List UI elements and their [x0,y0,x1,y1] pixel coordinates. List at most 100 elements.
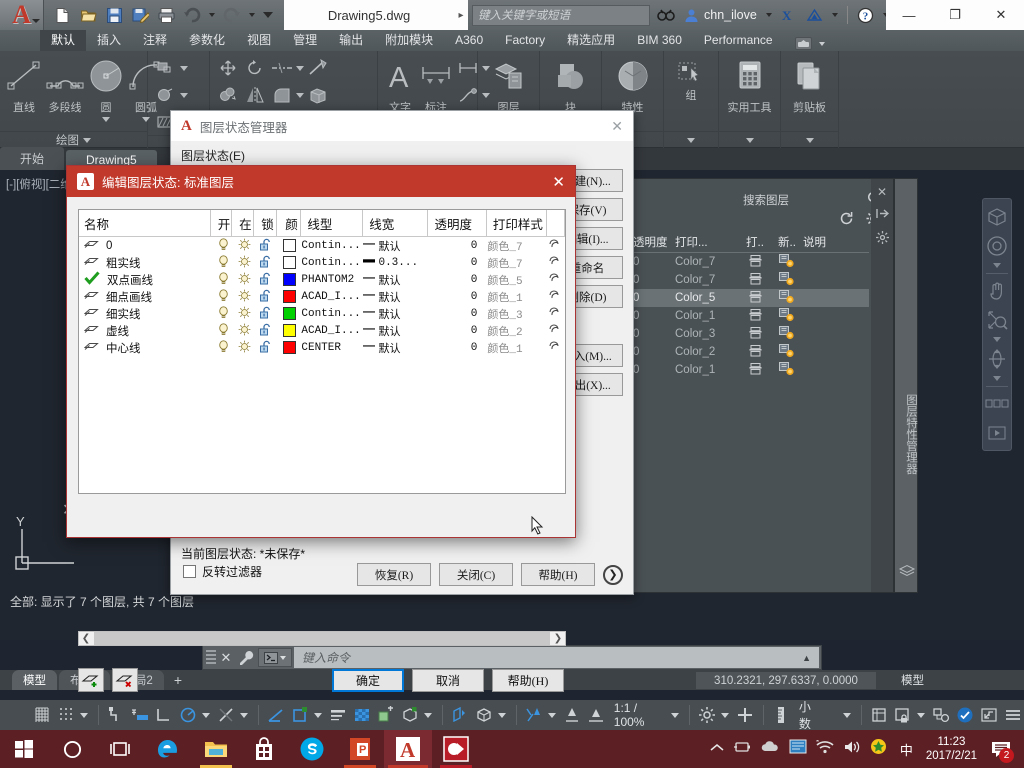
ime-indicator[interactable]: 中 [896,740,917,759]
ribbon-panel-utilities-title[interactable] [719,131,780,148]
fullscreen-icon[interactable] [979,703,1000,727]
cell-layer-name[interactable]: 粗实线 [79,254,213,271]
cell-plot-toggle[interactable] [548,339,565,356]
cell-linetype[interactable]: Contin... [301,305,363,322]
scroll-left-icon[interactable]: ❮ [79,633,93,644]
cell-layer-name[interactable]: 虚线 [79,322,213,339]
isometric-drafting-icon[interactable] [216,703,237,727]
annotation-dropdown-icon[interactable] [547,712,556,718]
tab-performance[interactable]: Performance [693,30,784,51]
plot-icon[interactable] [548,323,561,338]
osnap-dropdown-icon[interactable] [313,712,322,718]
cell-plotstyle[interactable]: 颜色_7 [487,237,547,254]
panel-expand-utilities-icon[interactable] [745,137,754,143]
cell-lock-toggle[interactable] [255,339,277,356]
table-row[interactable]: 0 Color_7 [623,253,869,271]
cell-color[interactable] [277,271,301,288]
selection-cycling-icon[interactable] [376,703,397,727]
column-transparency[interactable]: 透明度 [428,210,487,237]
scale-dropdown-icon[interactable] [671,712,680,718]
cell-transparency[interactable]: 0 [429,339,487,356]
lightbulb-icon[interactable] [218,271,229,288]
cell-plotstyle[interactable]: Color_5 [675,292,739,304]
unlock-icon[interactable] [259,306,273,322]
cell-lineweight[interactable]: 默认 [363,305,429,322]
tool-clipboard[interactable]: 剪贴板 [786,55,833,115]
plot-icon[interactable] [548,306,561,321]
quick-properties-icon[interactable] [869,703,890,727]
cortana-button[interactable] [48,730,96,768]
move-icon[interactable] [215,55,241,81]
lightbulb-icon[interactable] [218,254,229,271]
close-icon[interactable]: ✕ [611,118,623,135]
sun-icon[interactable] [238,323,251,339]
3d-osnap-dropdown-icon[interactable] [423,712,432,718]
close-icon[interactable]: ✕ [552,173,565,191]
cell-layer-name[interactable]: 中心线 [79,339,213,356]
move-copy-icon[interactable] [153,55,179,81]
battery-icon[interactable] [733,740,751,758]
cell-linetype[interactable]: Contin... [301,254,363,271]
undo-icon[interactable] [180,3,204,27]
cell-new-vp-freeze[interactable] [771,325,803,343]
plot-icon[interactable] [749,326,762,342]
cell-on-toggle[interactable] [213,339,234,356]
cell-plot-toggle[interactable] [548,288,565,305]
cell-plot-toggle[interactable] [548,271,565,288]
cell-plotstyle[interactable]: Color_3 [675,328,739,340]
cell-plotstyle[interactable]: Color_1 [675,310,739,322]
start-button[interactable] [0,730,48,768]
model-space-indicator[interactable]: 模型 [901,672,924,688]
zoom-dropdown-icon[interactable] [993,337,1001,342]
unlock-icon[interactable] [259,323,273,339]
units-icon[interactable] [771,703,792,727]
cell-layer-name[interactable]: 0 [79,237,213,254]
cell-freeze-toggle[interactable] [234,322,255,339]
command-input[interactable]: 键入命令 ▲ [294,647,819,668]
close-dialog-button[interactable]: 关闭(C) [439,563,513,586]
new-viewport-icon[interactable] [779,343,795,361]
table-row[interactable]: 0 Color_7 [623,271,869,289]
task-view-button[interactable] [96,730,144,768]
plot-icon[interactable] [548,289,561,304]
table-row[interactable]: 细点画线 ACAD_I... 默认 0 颜色_1 [79,288,565,305]
color-swatch[interactable] [282,341,296,354]
powerpoint-icon[interactable]: P [336,730,384,768]
invert-filter-checkbox-row[interactable]: 反转过滤器 [183,563,262,580]
scrollbar-thumb[interactable] [94,632,550,645]
expand-dialog-button[interactable]: ❯ [603,564,623,585]
dynamic-ucs-icon[interactable] [450,703,471,727]
tab-parametric[interactable]: 参数化 [178,30,236,51]
cell-plot-toggle[interactable] [548,254,565,271]
measure-icon[interactable] [305,55,331,81]
cell-lineweight[interactable]: 默认 [363,271,429,288]
search-icon[interactable] [654,3,678,27]
column-newvp[interactable]: 新.. [771,234,803,250]
trim-dropdown-icon[interactable] [296,65,304,71]
cell-lineweight[interactable]: 默认 [363,322,429,339]
ribbon-panel-group-title[interactable] [664,131,718,148]
cell-linetype[interactable]: ACAD_I... [301,322,363,339]
table-row[interactable]: 双点画线 PHANTOM2 默认 0 颜色_5 [79,271,565,288]
color-swatch[interactable] [282,290,296,303]
unlock-icon[interactable] [259,238,273,254]
new-viewport-icon[interactable] [779,253,795,271]
erase-icon[interactable] [153,82,179,108]
cell-transparency[interactable]: 0 [429,305,487,322]
extrude-icon[interactable] [305,82,331,108]
column-name[interactable]: 名称 [79,210,211,237]
customization-menu-icon[interactable] [1003,703,1024,727]
steering-wheel-icon[interactable] [985,234,1009,258]
orbit-icon[interactable] [985,347,1009,371]
cell-new-vp-freeze[interactable] [771,289,803,307]
plot-icon[interactable] [548,340,561,355]
autodesk-dropdown-icon[interactable] [831,13,838,17]
cell-new-vp-freeze[interactable] [771,343,803,361]
cell-transparency[interactable]: 0 [429,288,487,305]
new-viewport-icon[interactable] [779,325,795,343]
plot-icon[interactable] [749,254,762,270]
cell-lineweight[interactable]: 默认 [363,288,429,305]
table-row[interactable]: 0 Color_5 [623,289,869,307]
cell-plot-toggle[interactable] [739,362,771,378]
cell-plotstyle[interactable]: 颜色_1 [487,339,547,356]
